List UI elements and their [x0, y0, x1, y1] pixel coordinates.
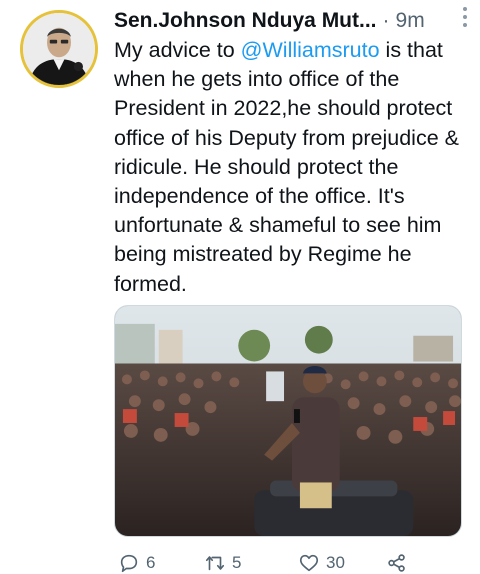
- share-button[interactable]: [386, 552, 408, 574]
- tweet-text: My advice to @Williamsruto is that when …: [114, 36, 466, 299]
- mention-link[interactable]: @Williamsruto: [241, 38, 380, 62]
- tweet-header: Sen.Johnson Nduya Mut... · 9m: [114, 6, 466, 36]
- avatar-image: [23, 13, 95, 85]
- like-button[interactable]: 30: [298, 552, 345, 574]
- like-count: 30: [326, 553, 345, 572]
- tweet-text-part: is that when he gets into office of the …: [114, 38, 459, 296]
- reply-icon: [120, 554, 138, 573]
- retweet-icon: [205, 556, 225, 571]
- more-vertical-icon[interactable]: [460, 6, 470, 28]
- heart-icon: [299, 554, 319, 572]
- share-icon: [388, 554, 405, 572]
- tweet-actions: 6 5 30: [114, 552, 466, 574]
- retweet-count: 5: [232, 553, 242, 572]
- tweet-timestamp[interactable]: 9m: [396, 9, 425, 33]
- tweet[interactable]: Sen.Johnson Nduya Mut... · 9m My advice …: [0, 0, 480, 574]
- retweet-button[interactable]: 5: [204, 552, 241, 574]
- tweet-media-photo[interactable]: [114, 305, 462, 537]
- author-display-name[interactable]: Sen.Johnson Nduya Mut...: [114, 9, 377, 33]
- crowd-photo: [115, 306, 461, 536]
- reply-count: 6: [146, 553, 156, 572]
- tweet-text-part: My advice to: [114, 38, 241, 62]
- reply-button[interactable]: 6: [118, 552, 155, 574]
- header-separator: ·: [382, 9, 390, 32]
- author-avatar[interactable]: [20, 10, 98, 88]
